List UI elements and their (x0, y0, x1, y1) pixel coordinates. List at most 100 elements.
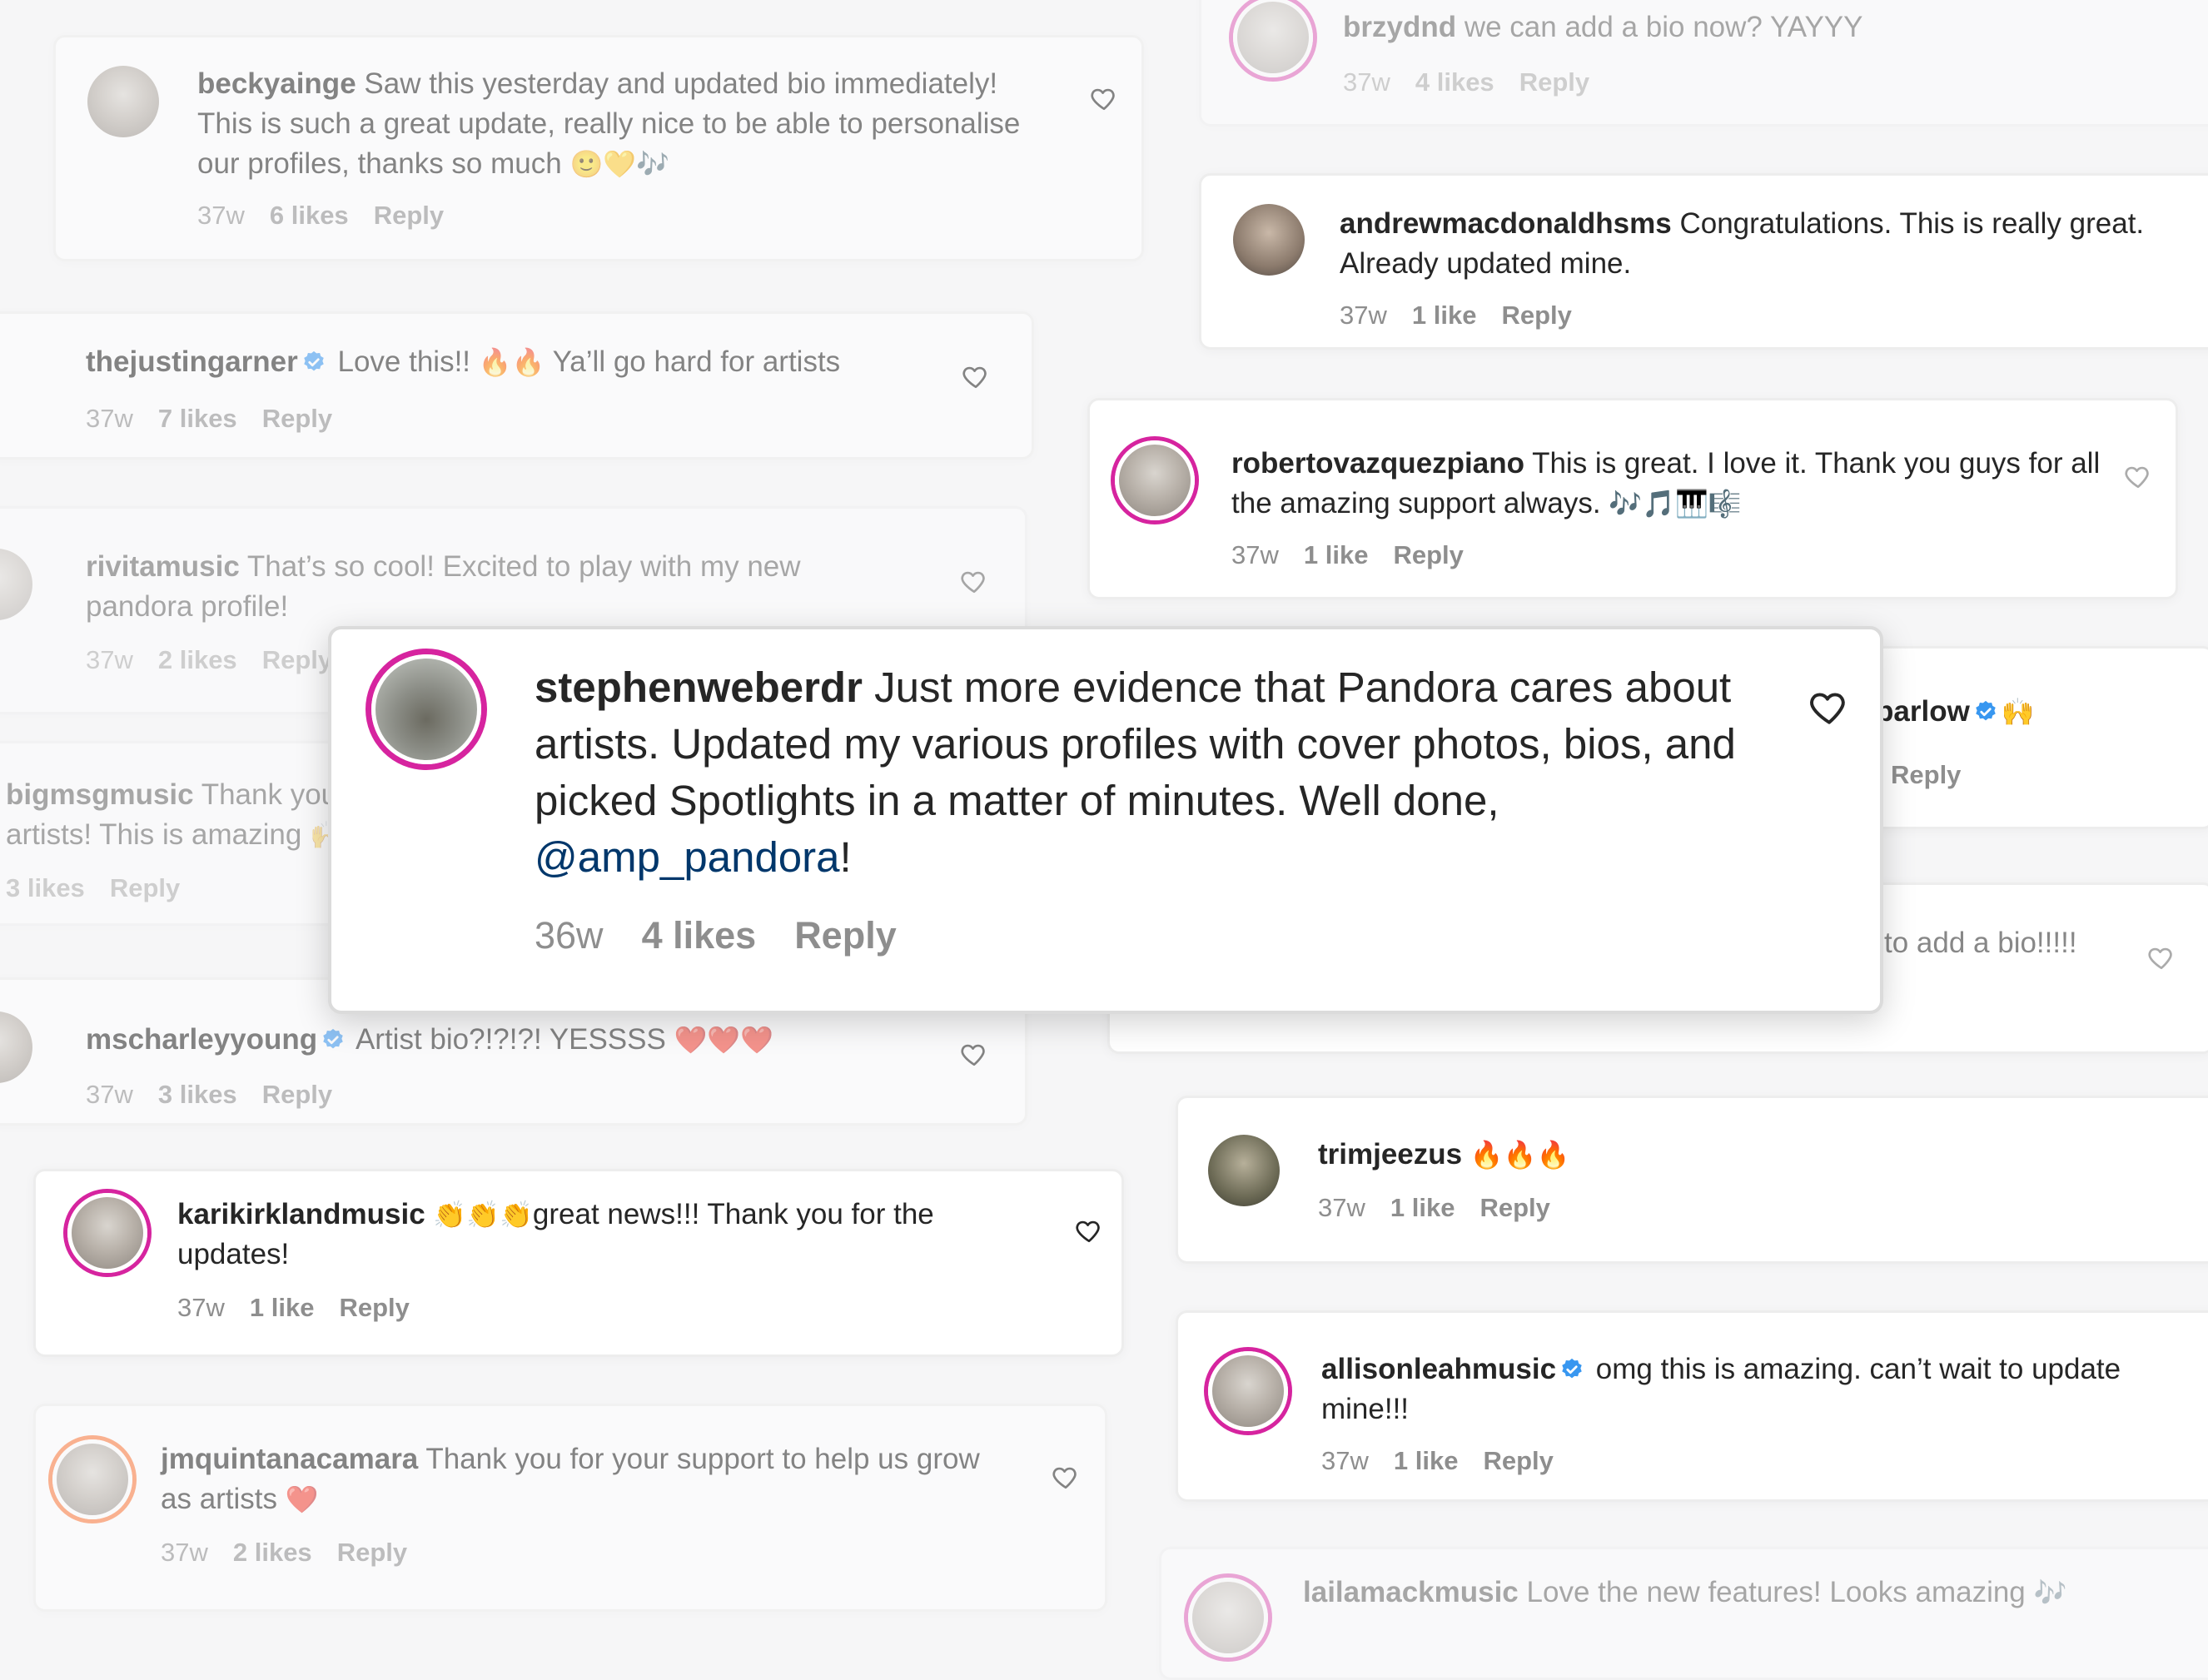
comment-body: ! (839, 833, 852, 881)
heart-icon[interactable] (960, 1040, 988, 1068)
timestamp: 37w (1321, 1446, 1369, 1475)
timestamp: 37w (1343, 67, 1390, 97)
heart-icon[interactable] (1052, 1463, 1080, 1491)
avatar[interactable] (67, 1193, 147, 1273)
comment-card: thejustingarner Love this!! 🔥🔥 Ya’ll go … (0, 311, 1034, 460)
comment-meta: 37w 1 like Reply (177, 1293, 410, 1323)
verified-badge-icon (321, 1027, 346, 1052)
username[interactable]: mscharleyyoung (86, 1023, 317, 1056)
avatar[interactable] (0, 1011, 32, 1083)
reply-button[interactable]: Reply (1483, 1446, 1553, 1476)
likes-count[interactable]: 1 like (1412, 301, 1477, 331)
username[interactable]: brzydnd (1343, 11, 1456, 43)
emoji: ❤️❤️❤️ (674, 1024, 774, 1056)
username[interactable]: karikirklandmusic (177, 1198, 425, 1230)
username[interactable]: bigmsgmusic (6, 778, 194, 811)
verified-badge-icon (1559, 1357, 1584, 1382)
reply-button[interactable]: Reply (1501, 301, 1571, 331)
comment-meta: 37w 7 likes Reply (86, 404, 332, 434)
comment-meta: Reply (1891, 760, 1961, 790)
verified-badge-icon (301, 350, 326, 375)
username[interactable]: beckyainge (197, 67, 356, 100)
likes-count[interactable]: 2 likes (233, 1538, 312, 1568)
username[interactable]: thejustingarner (86, 345, 298, 378)
heart-icon[interactable] (962, 362, 990, 390)
emoji: 🎶🎵🎹🎼 (1609, 488, 1742, 519)
avatar[interactable] (1188, 1578, 1268, 1658)
username[interactable]: robertovazquezpiano (1231, 447, 1524, 480)
likes-count[interactable]: 4 likes (1415, 67, 1494, 97)
likes-count[interactable]: 3 likes (158, 1080, 237, 1110)
emoji: 👏👏👏 (433, 1199, 533, 1230)
timestamp: 37w (1340, 301, 1387, 330)
likes-count[interactable]: 6 likes (270, 201, 349, 231)
comment-card: trimjeezus 🔥🔥🔥 37w 1 like Reply (1176, 1096, 2208, 1264)
username[interactable]: barlow (1876, 695, 1970, 728)
timestamp: 37w (177, 1293, 225, 1322)
comment-body: Artist bio?!?!?! YESSSS (355, 1023, 666, 1056)
reply-button[interactable]: Reply (374, 201, 444, 231)
reply-button[interactable]: Reply (262, 404, 332, 434)
comment-text: karikirklandmusic 👏👏👏great news!!! Thank… (177, 1195, 1018, 1275)
heart-icon[interactable] (1090, 84, 1118, 112)
reply-button[interactable]: Reply (337, 1538, 407, 1568)
avatar[interactable] (87, 66, 159, 137)
reply-button[interactable]: Reply (110, 873, 180, 903)
comment-card: robertovazquezpiano This is great. I lov… (1087, 398, 2178, 599)
comment-text: mscharleyyoung Artist bio?!?!?! YESSSS ❤… (86, 1020, 960, 1060)
likes-count[interactable]: 2 likes (158, 645, 237, 675)
heart-icon[interactable] (1075, 1216, 1103, 1245)
comment-body: Love the new features! Looks amazing (1526, 1576, 2026, 1608)
heart-icon[interactable] (2124, 462, 2152, 490)
avatar[interactable] (1208, 1135, 1280, 1206)
heart-icon[interactable] (960, 567, 988, 595)
emoji: 🙌 (2001, 696, 2035, 728)
comment-card: brzydnd we can add a bio now? YAYYY 37w … (1199, 0, 2208, 127)
comment-text: jmquintanacamara Thank you for your supp… (161, 1439, 993, 1519)
reply-button[interactable]: Reply (1479, 1193, 1549, 1223)
likes-count[interactable]: 3 likes (6, 873, 85, 903)
reply-button[interactable]: Reply (1891, 760, 1961, 790)
comment-text: lailamackmusic Love the new features! Lo… (1303, 1573, 2186, 1613)
comment-card: beckyainge Saw this yesterday and update… (53, 35, 1144, 261)
reply-button[interactable]: Reply (1393, 540, 1463, 570)
avatar[interactable] (1115, 440, 1195, 520)
timestamp: 37w (86, 404, 133, 433)
username[interactable]: allisonleahmusic (1321, 1353, 1556, 1385)
username[interactable]: trimjeezus (1318, 1138, 1462, 1171)
username[interactable]: jmquintanacamara (161, 1443, 418, 1475)
avatar[interactable] (1233, 0, 1313, 77)
likes-count[interactable]: 1 like (1394, 1446, 1459, 1476)
reply-button[interactable]: Reply (262, 1080, 332, 1110)
likes-count[interactable]: 4 likes (642, 914, 757, 957)
likes-count[interactable]: 1 like (1390, 1193, 1455, 1223)
username[interactable]: stephenweberdr (535, 664, 863, 711)
reply-button[interactable]: Reply (262, 645, 332, 675)
comment-text: thejustingarner Love this!! 🔥🔥 Ya’ll go … (86, 342, 960, 382)
comment-text: allisonleahmusic omg this is amazing. ca… (1321, 1349, 2154, 1429)
emoji: 🙂💛🎶 (569, 148, 669, 180)
likes-count[interactable]: 7 likes (158, 404, 237, 434)
avatar[interactable] (52, 1439, 132, 1519)
username[interactable]: lailamackmusic (1303, 1576, 1519, 1608)
reply-button[interactable]: Reply (339, 1293, 409, 1323)
comment-body: Love this!! (337, 345, 471, 378)
username[interactable]: rivitamusic (86, 550, 240, 583)
likes-count[interactable]: 1 like (1304, 540, 1369, 570)
heart-icon[interactable] (1808, 686, 1850, 728)
comment-text: beckyainge Saw this yesterday and update… (197, 64, 1030, 184)
likes-count[interactable]: 1 like (250, 1293, 315, 1323)
timestamp: 37w (1231, 540, 1279, 569)
heart-icon[interactable] (2147, 943, 2176, 972)
comment-body: to add a bio!!!!! (1884, 927, 2077, 959)
avatar[interactable] (0, 549, 32, 620)
mention-link[interactable]: @amp_pandora (535, 833, 840, 881)
avatar[interactable] (1208, 1351, 1288, 1431)
avatar[interactable] (371, 654, 481, 764)
avatar[interactable] (1233, 204, 1305, 276)
username[interactable]: andrewmacdonaldhsms (1340, 207, 1672, 240)
reply-button[interactable]: Reply (1519, 67, 1589, 97)
comment-meta: 37w 1 like Reply (1318, 1193, 1550, 1223)
reply-button[interactable]: Reply (794, 914, 897, 957)
timestamp: 37w (86, 1080, 133, 1109)
